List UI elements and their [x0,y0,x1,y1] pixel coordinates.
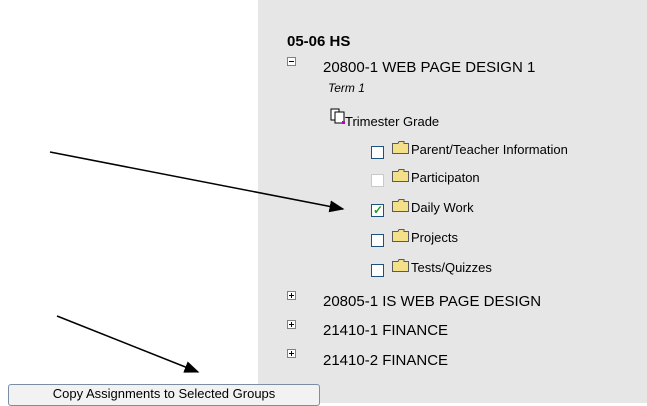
group-label: Parent/Teacher Information [411,142,568,157]
folder-icon [392,199,409,212]
year-heading: 05-06 HS [287,33,351,50]
course-21410-1[interactable]: 21410-1 FINANCE [323,322,448,339]
folder-icon [392,259,409,272]
check-mark-icon: ✓ [373,203,384,217]
arrow-to-copy-button [56,315,200,373]
group-label: Participaton [411,170,480,185]
folder-icon [392,169,409,182]
group-checkbox [371,174,384,187]
folder-icon [392,229,409,242]
group-label: Tests/Quizzes [411,260,492,275]
term-label: Term 1 [328,81,365,95]
grade-document-icon [330,108,345,124]
group-checkbox[interactable] [371,234,384,247]
group-label: Projects [411,230,458,245]
folder-icon [392,141,409,154]
collapse-toggle-icon[interactable] [287,57,296,66]
course-20805-1[interactable]: 20805-1 IS WEB PAGE DESIGN [323,293,541,310]
course-21410-2[interactable]: 21410-2 FINANCE [323,352,448,369]
grade-node-label: Trimester Grade [345,114,440,129]
expand-toggle-icon[interactable] [287,349,296,358]
group-checkbox[interactable] [371,264,384,277]
expand-toggle-icon[interactable] [287,320,296,329]
expand-toggle-icon[interactable] [287,291,296,300]
group-checkbox-checked[interactable]: ✓ [371,204,384,217]
arrow-to-daily-work [49,151,345,213]
group-checkbox[interactable] [371,146,384,159]
group-label: Daily Work [411,200,474,215]
course-web-page-design-1[interactable]: 20800-1 WEB PAGE DESIGN 1 [323,59,535,76]
